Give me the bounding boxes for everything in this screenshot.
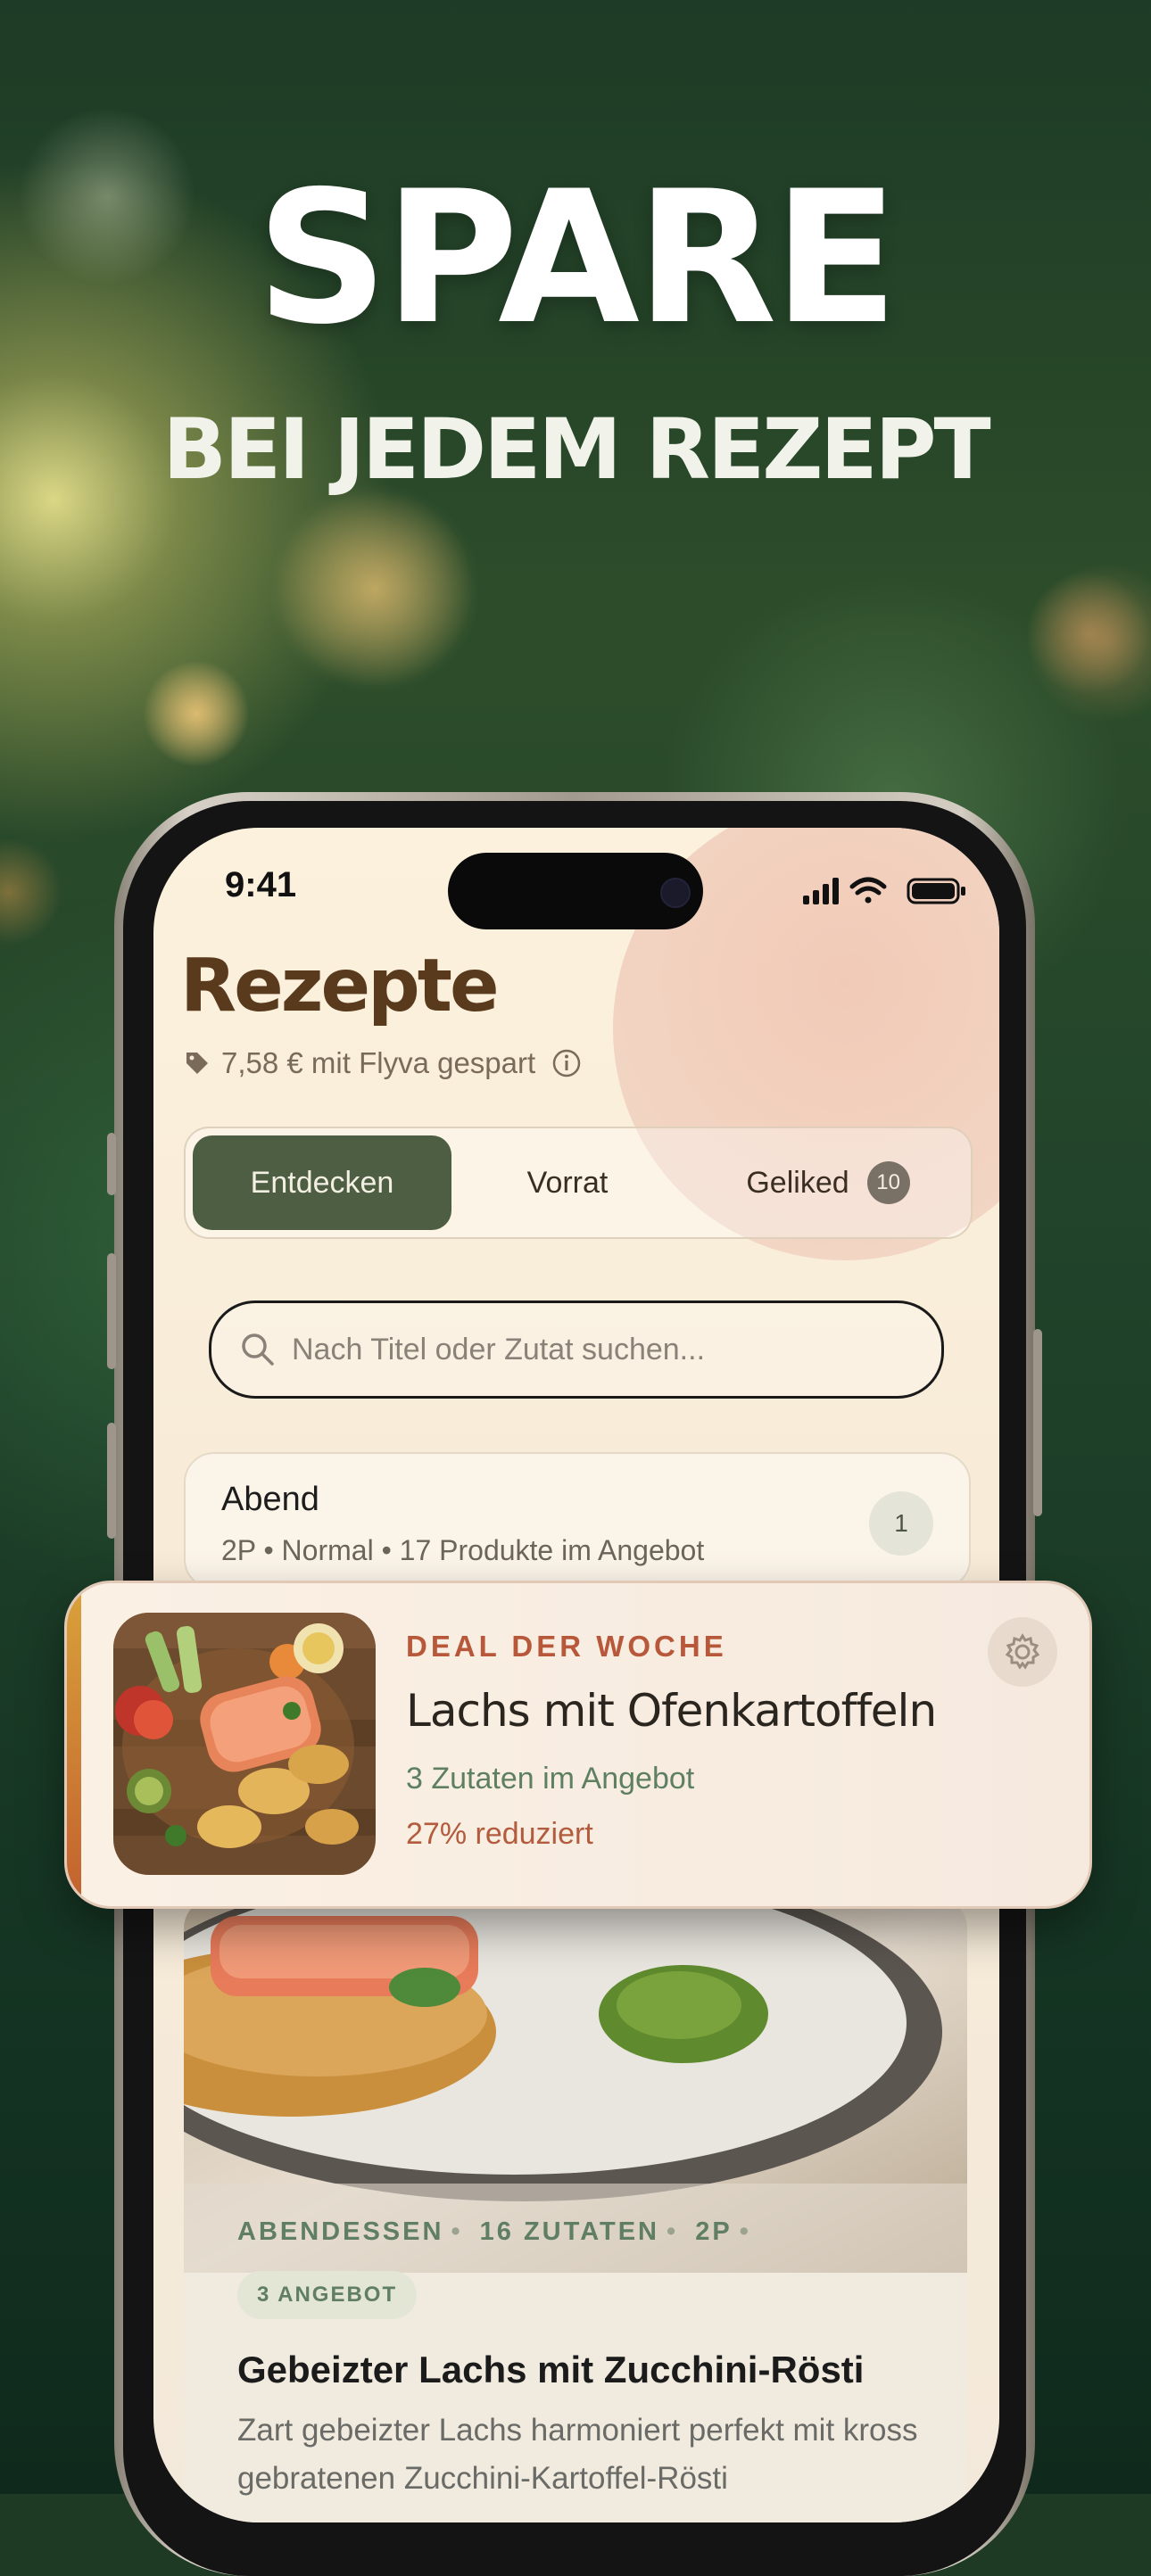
bokeh-light xyxy=(1026,571,1151,696)
deal-accent-bar xyxy=(67,1583,81,1906)
camera-lens xyxy=(660,878,691,908)
deal-title: Lachs mit Ofenkartoffeln xyxy=(406,1685,937,1737)
page-title: Rezepte xyxy=(180,944,500,1028)
settings-icon xyxy=(1005,1633,1040,1670)
recipe-meta: ABENDESSEN • 16 ZUTATEN • 2P • xyxy=(237,2217,751,2246)
deal-of-the-week-card[interactable]: DEAL DER WOCHE Lachs mit Ofenkartoffeln … xyxy=(64,1581,1092,1909)
tab-vorrat[interactable]: Vorrat xyxy=(478,1135,657,1230)
status-icons xyxy=(803,877,965,904)
search-field[interactable]: Nach Titel oder Zutat suchen... xyxy=(209,1300,944,1399)
tag-icon xyxy=(186,1053,208,1074)
recipe-ingredient-count: 16 ZUTATEN xyxy=(479,2217,659,2246)
deal-settings-button[interactable] xyxy=(988,1617,1057,1687)
salmon-dish-image xyxy=(113,1613,376,1875)
marketing-subheadline: BEI JEDEM REZEPT xyxy=(162,401,990,499)
recipe-servings: 2P xyxy=(695,2217,733,2246)
deal-label: DEAL DER WOCHE xyxy=(406,1630,727,1663)
bokeh-light xyxy=(268,482,482,696)
power-button xyxy=(1033,1329,1042,1516)
deal-discount: 27% reduziert xyxy=(406,1817,593,1851)
mute-switch xyxy=(107,1133,116,1195)
deal-ingredients-on-sale: 3 Zutaten im Angebot xyxy=(406,1762,695,1796)
offer-badge: 3 ANGEBOT xyxy=(237,2271,418,2319)
liked-count-badge: 10 xyxy=(866,1161,910,1204)
marketing-headline: SPARE xyxy=(256,153,898,365)
battery-icon xyxy=(907,878,965,904)
bokeh-light xyxy=(143,660,250,767)
search-input[interactable]: Nach Titel oder Zutat suchen... xyxy=(292,1333,705,1367)
recipe-image xyxy=(184,1898,967,2273)
volume-up-button xyxy=(107,1253,116,1369)
segmented-tabs: Entdecken Vorrat Geliked 10 xyxy=(184,1127,973,1239)
search-icon xyxy=(242,1333,274,1366)
meal-group-title: Abend xyxy=(221,1481,319,1518)
meal-group-count: 1 xyxy=(869,1491,933,1556)
recipe-description: Zart gebeizter Lachs harmoniert perfekt … xyxy=(237,2413,918,2496)
status-time: 9:41 xyxy=(225,865,297,904)
info-icon[interactable] xyxy=(551,1048,582,1078)
volume-down-button xyxy=(107,1423,116,1539)
savings-line: 7,58 € mit Flyva gespart xyxy=(184,1046,582,1080)
tab-geliked[interactable]: Geliked 10 xyxy=(694,1135,962,1230)
tab-entdecken[interactable]: Entdecken xyxy=(193,1135,451,1230)
meal-group-card[interactable]: Abend 2P • Normal • 17 Produkte im Angeb… xyxy=(184,1452,971,1589)
savings-text: 7,58 € mit Flyva gespart xyxy=(221,1046,536,1079)
recipe-meal-type: ABENDESSEN xyxy=(237,2217,444,2246)
tab-geliked-label: Geliked xyxy=(746,1165,849,1200)
wifi-icon xyxy=(849,877,887,904)
signal-icon xyxy=(803,878,839,904)
deal-image xyxy=(113,1613,376,1875)
recipe-title[interactable]: Gebeizter Lachs mit Zucchini-Rösti xyxy=(237,2349,864,2391)
meal-group-subtitle: 2P • Normal • 17 Produkte im Angebot xyxy=(221,1534,705,1566)
